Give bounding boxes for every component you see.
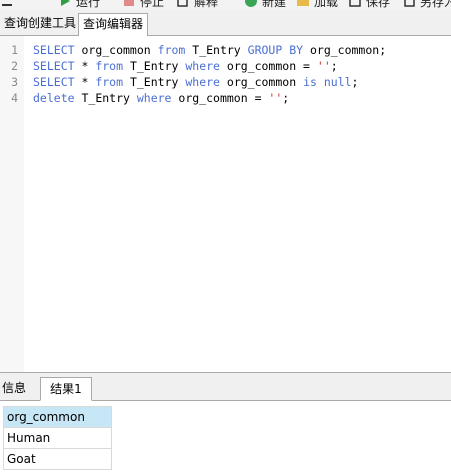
sql-string: '': [316, 59, 331, 73]
save-button[interactable]: 保存: [348, 0, 390, 9]
run-icon: [61, 0, 70, 6]
sql-keyword: from: [157, 43, 186, 57]
explain-button[interactable]: 解释: [176, 0, 218, 9]
new-label: 新建: [262, 0, 287, 9]
sql-keyword: SELECT: [33, 75, 75, 89]
sql-keyword: SELECT: [33, 59, 75, 73]
sql-text: *: [74, 59, 96, 73]
new-button[interactable]: 新建: [244, 0, 286, 9]
code-line[interactable]: 4 delete T_Entry where org_common = '';: [0, 90, 451, 106]
stop-button[interactable]: 停止: [122, 0, 164, 9]
load-label: 加载: [314, 0, 339, 9]
sql-keyword: GROUP BY: [247, 43, 304, 57]
save-label: 保存: [366, 0, 391, 9]
toolbar: 运行 停止 解释 新建 加载 保存 另存为: [0, 0, 451, 10]
sql-text: org_common =: [219, 59, 317, 73]
code-line[interactable]: 2 SELECT * from T_Entry where org_common …: [0, 58, 451, 74]
sql-text: org_common: [74, 43, 158, 57]
line-number: 3: [11, 75, 18, 89]
line-number: 4: [11, 91, 18, 105]
sql-text: T_Entry: [123, 75, 186, 89]
editor-tab-bar: 查询创建工具 查询编辑器: [0, 10, 451, 37]
code-text: SELECT * from T_Entry where org_common =…: [33, 58, 338, 74]
run-button[interactable]: 运行: [58, 0, 100, 9]
run-label: 运行: [76, 0, 101, 9]
sql-text: T_Entry: [123, 59, 186, 73]
sql-text: T_Entry: [74, 91, 137, 105]
sql-keyword: where: [185, 59, 220, 73]
code-text: SELECT * from T_Entry where org_common i…: [33, 74, 358, 90]
load-icon: [297, 0, 309, 6]
line-number: 2: [11, 59, 18, 73]
explain-label: 解释: [194, 0, 219, 9]
sql-keyword: SELECT: [33, 43, 75, 57]
tab-query-editor[interactable]: 查询编辑器: [78, 13, 149, 37]
explain-icon: [177, 0, 188, 7]
tab-result-1[interactable]: 结果1: [40, 377, 92, 401]
sql-keyword: from: [95, 59, 124, 73]
sql-text: ;: [351, 75, 359, 89]
save-as-label: 另存为: [420, 0, 451, 9]
sql-text: T_Entry: [185, 43, 248, 57]
sql-text: *: [74, 75, 96, 89]
code-text: SELECT org_common from T_Entry GROUP BY …: [33, 42, 386, 58]
new-icon: [245, 0, 257, 7]
sql-text: ;: [330, 59, 338, 73]
result-tab-bar: 信息 结果1: [0, 372, 451, 401]
line-number: 1: [11, 43, 18, 57]
sql-keyword: where: [185, 75, 220, 89]
sql-keyword: from: [95, 75, 124, 89]
tab-query-builder[interactable]: 查询创建工具: [0, 13, 80, 36]
result-grid[interactable]: org_common Human Goat: [3, 406, 112, 470]
stop-icon: [124, 0, 134, 6]
sql-keyword: delete: [33, 91, 75, 105]
code-line[interactable]: 3 SELECT * from T_Entry where org_common …: [0, 74, 451, 90]
menu-button[interactable]: [0, 0, 14, 9]
stop-label: 停止: [140, 0, 165, 9]
save-as-icon: [404, 0, 415, 7]
sql-text: ;: [282, 91, 290, 105]
sql-text: org_common =: [171, 91, 269, 105]
code-line[interactable]: 1 SELECT org_common from T_Entry GROUP BY…: [0, 42, 451, 58]
tab-messages[interactable]: 信息: [0, 377, 28, 401]
sql-keyword: is null: [303, 75, 352, 89]
save-icon: [349, 0, 361, 7]
load-button[interactable]: 加载: [296, 0, 338, 9]
column-header-org-common[interactable]: org_common: [3, 406, 112, 428]
sql-text: org_common;: [303, 43, 387, 57]
sql-string: '': [268, 91, 283, 105]
sql-text: org_common: [219, 75, 304, 89]
table-cell[interactable]: Human: [3, 428, 112, 449]
save-as-button[interactable]: 另存为: [402, 0, 451, 9]
sql-keyword: where: [136, 91, 172, 105]
sql-editor[interactable]: 1 SELECT org_common from T_Entry GROUP BY…: [0, 36, 451, 372]
table-cell[interactable]: Goat: [3, 449, 112, 470]
code-text: delete T_Entry where org_common = '';: [33, 90, 289, 106]
menu-icon: [2, 4, 12, 6]
